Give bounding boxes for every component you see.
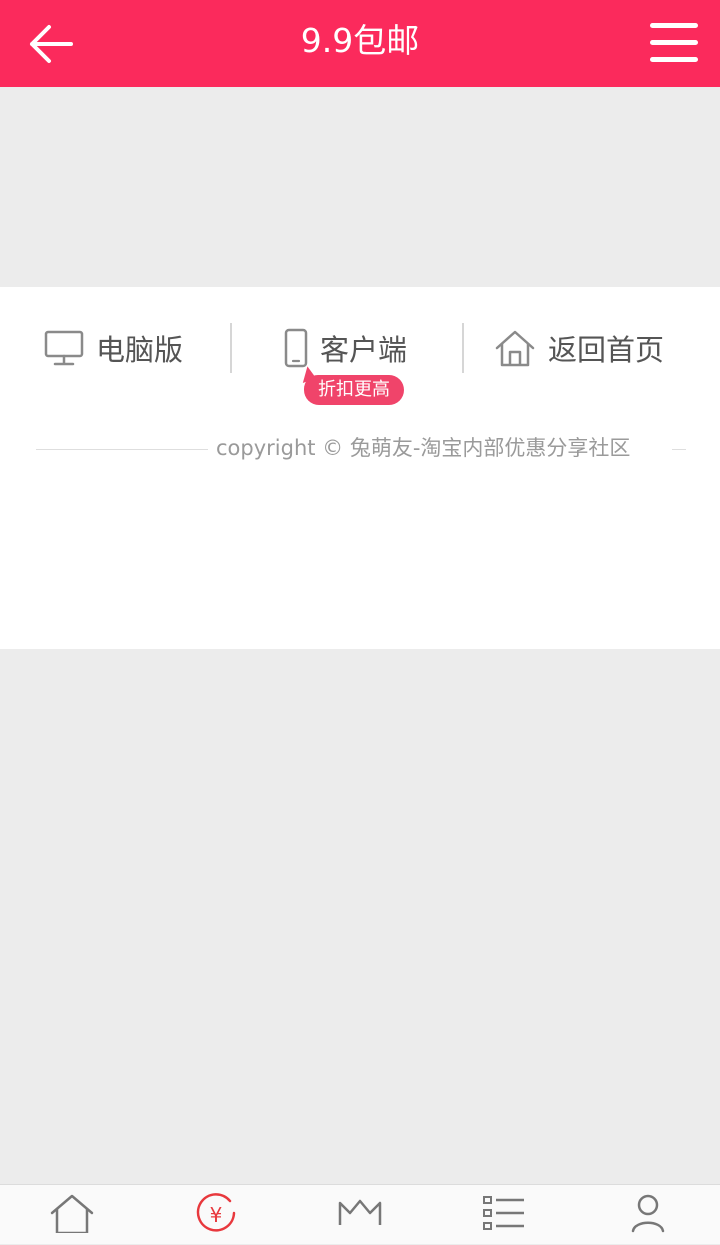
divider-line (672, 449, 686, 450)
desktop-monitor-icon (44, 330, 84, 366)
svg-text:¥: ¥ (210, 1203, 223, 1227)
tab-category[interactable] (432, 1193, 576, 1245)
top-bar: 9.9包邮 (0, 0, 720, 87)
tab-profile[interactable] (576, 1193, 720, 1245)
tab-home[interactable] (0, 1193, 144, 1245)
hamburger-menu-icon (650, 23, 698, 62)
user-profile-icon (631, 1194, 665, 1233)
menu-button[interactable] (644, 16, 704, 70)
back-home-link[interactable]: 返回首页 (494, 321, 664, 375)
desktop-version-label: 电脑版 (96, 333, 184, 367)
home-icon (495, 330, 535, 367)
mobile-phone-icon (284, 328, 308, 368)
page-title: 9.9包邮 (300, 21, 420, 60)
tab-brand[interactable] (288, 1193, 432, 1245)
footer-panel: 电脑版 客户端 返回首页 折扣更高 copyright © 兔萌友-淘宝内部优惠… (0, 287, 720, 649)
copyright-text: copyright © 兔萌友-淘宝内部优惠分享社区 (216, 436, 631, 460)
category-list-icon (483, 1196, 524, 1230)
arrow-left-icon (30, 25, 73, 63)
bottom-tab-bar: ¥ (0, 1184, 720, 1244)
desktop-version-link[interactable]: 电脑版 (44, 321, 183, 375)
client-app-label: 客户端 (320, 333, 408, 367)
tab-bargain[interactable]: ¥ (144, 1193, 288, 1245)
copyright-row: copyright © 兔萌友-淘宝内部优惠分享社区 (36, 433, 686, 463)
crown-icon (338, 1199, 382, 1225)
yen-coin-icon: ¥ (196, 1193, 236, 1232)
content-placeholder (0, 87, 720, 287)
back-home-label: 返回首页 (548, 333, 665, 367)
divider-line (36, 449, 208, 450)
back-button[interactable] (22, 18, 78, 70)
divider (230, 323, 232, 373)
discount-badge: 折扣更高 (304, 375, 404, 405)
divider (462, 323, 464, 373)
home-icon (50, 1194, 94, 1233)
